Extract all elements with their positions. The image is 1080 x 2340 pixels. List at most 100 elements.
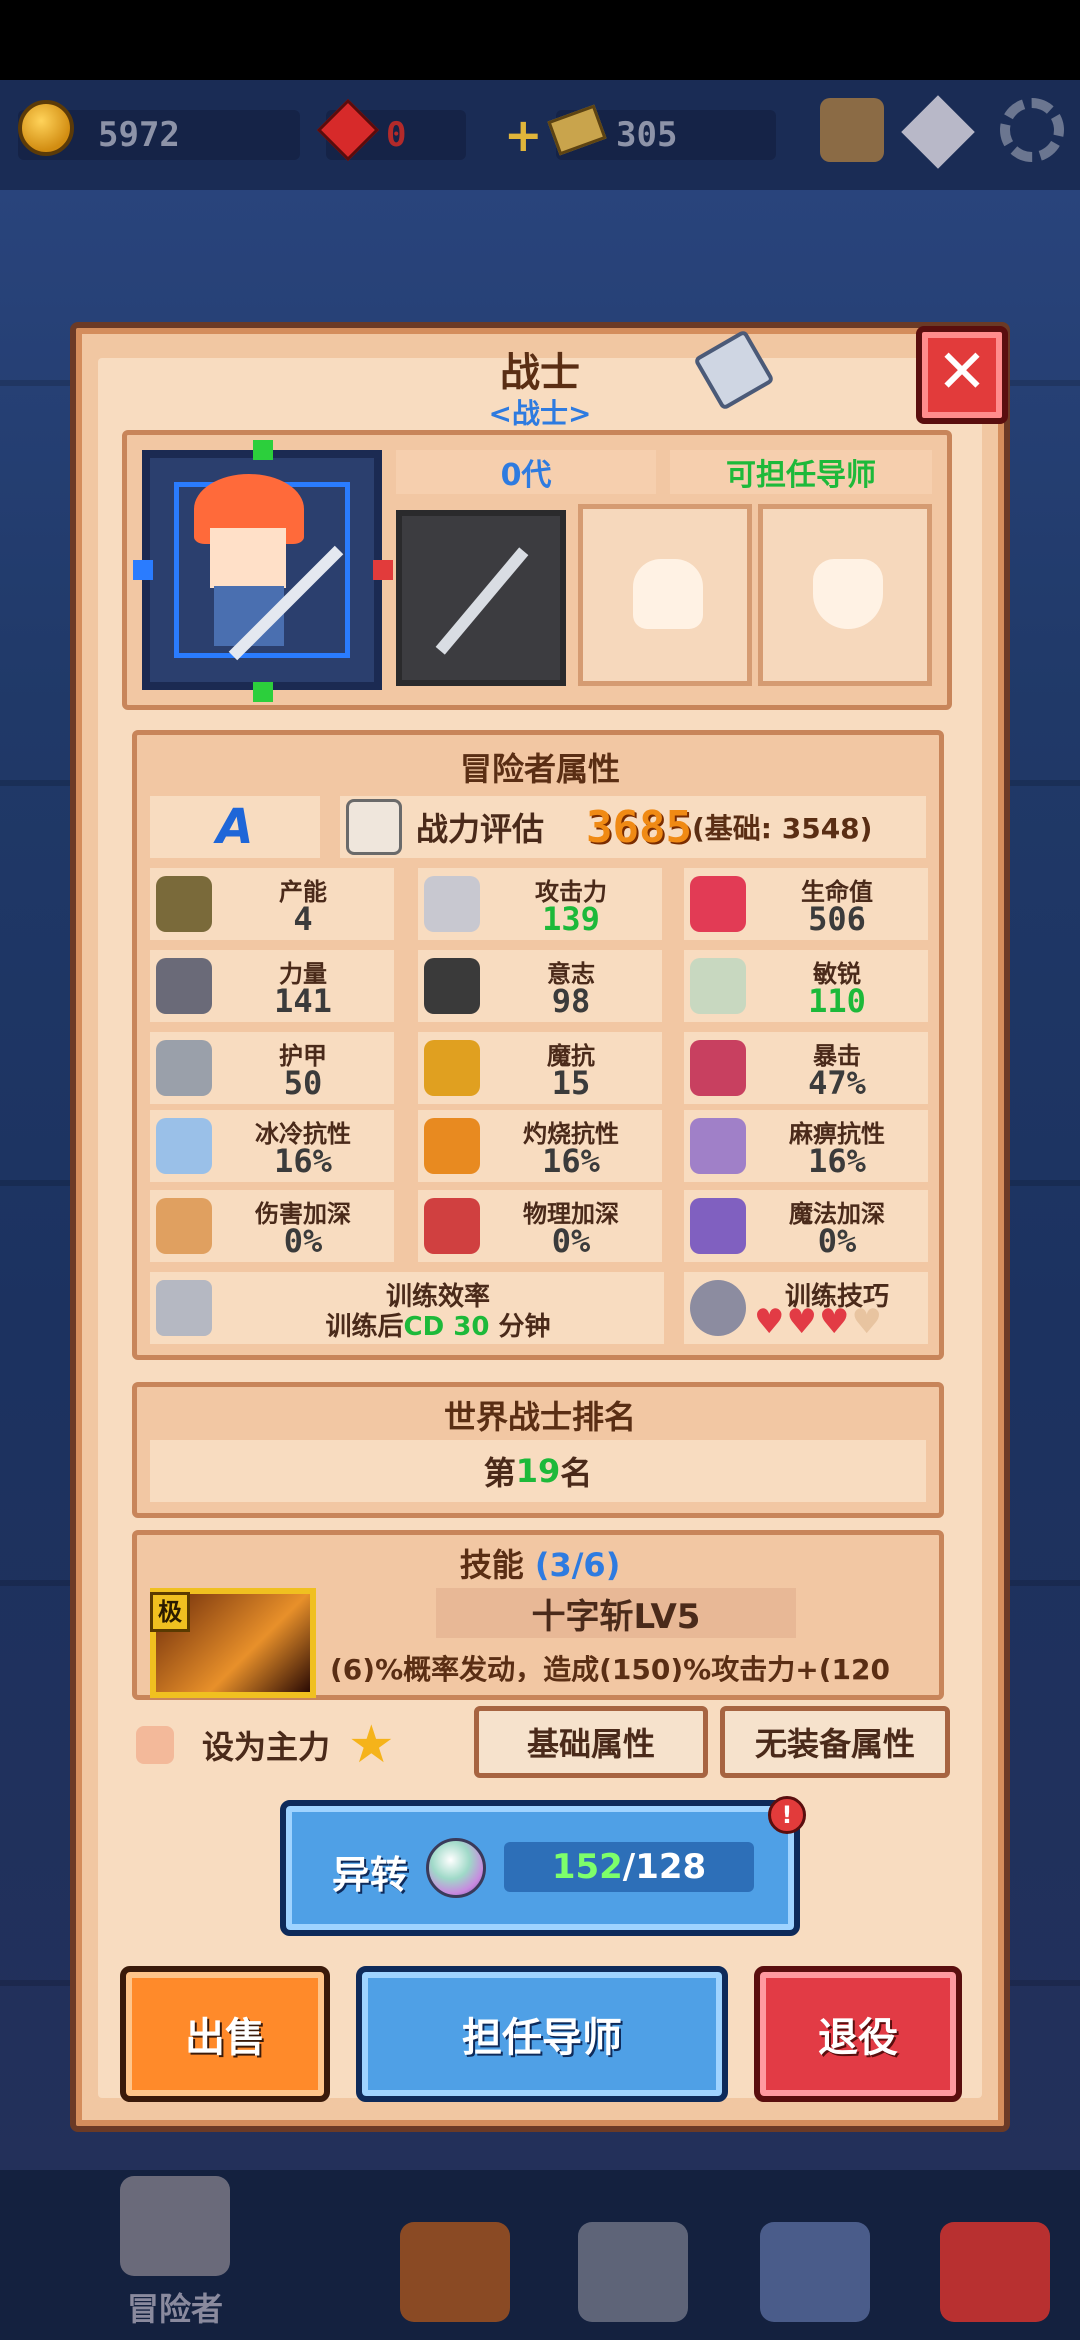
- stat-value: 98: [551, 982, 591, 1020]
- stat-cell: 敏锐 110: [684, 950, 928, 1022]
- portrait-handle-left: [133, 560, 153, 580]
- hero-face: [210, 528, 286, 588]
- power-evaluation: 战力评估 3685 (基础: 3548): [340, 796, 926, 858]
- heart-icon: ♥: [754, 1302, 787, 1342]
- skills-title: 技能 (3/6): [0, 1540, 1080, 1586]
- magic-shield-icon: [424, 1040, 480, 1096]
- stat-value: 47%: [808, 1064, 866, 1102]
- retire-button[interactable]: 退役: [754, 1966, 962, 2102]
- star-icon: ★: [348, 1715, 395, 1775]
- axe-icon: [424, 1198, 480, 1254]
- adventurer-helmet-icon: [120, 2176, 230, 2276]
- add-gems-icon[interactable]: +: [504, 112, 543, 158]
- stat-value: 506: [808, 900, 866, 938]
- transform-required: /128: [622, 1847, 707, 1887]
- tab-no-equipment-attributes[interactable]: 无装备属性: [720, 1706, 950, 1778]
- fire-icon: [424, 1118, 480, 1174]
- nav-tavern[interactable]: [370, 2170, 540, 2340]
- stat-cell: 力量 141: [150, 950, 394, 1022]
- world-rank-prefix: 第: [483, 1454, 516, 1492]
- training-hearts: ♥♥♥♥: [754, 1302, 884, 1342]
- set-main-toggle[interactable]: 设为主力 ★: [126, 1712, 466, 1778]
- gear-icon[interactable]: [1000, 98, 1064, 162]
- tab-base-attributes[interactable]: 基础属性: [474, 1706, 708, 1778]
- stat-value: 16%: [542, 1142, 600, 1180]
- skills-label: 技能: [459, 1546, 524, 1584]
- transform-label: 异转: [332, 1853, 409, 1897]
- spear-icon: [435, 547, 529, 655]
- mentor-status-tag: 可担任导师: [670, 450, 932, 494]
- armor-placeholder-icon: [633, 559, 703, 629]
- stat-cell: 灼烧抗性 16%: [418, 1110, 662, 1182]
- nav-adventurer[interactable]: 冒险者: [90, 2170, 260, 2340]
- ticket-value: 305: [616, 115, 678, 155]
- sell-button[interactable]: 出售: [120, 1966, 330, 2102]
- nav-battle[interactable]: [730, 2170, 900, 2340]
- portrait-handle-top: [253, 440, 273, 460]
- close-icon: ✕: [936, 337, 988, 407]
- strength-fist-icon: [156, 958, 212, 1014]
- rainbow-orb-icon: [426, 1838, 486, 1898]
- power-crest-icon: [346, 799, 402, 855]
- gold-coin-icon: [18, 100, 74, 156]
- transform-progress: 152/128: [504, 1842, 754, 1892]
- stat-cell: 攻击力 139: [418, 868, 662, 940]
- stat-value: 50: [283, 1064, 323, 1102]
- adventurer-guild-icon[interactable]: [820, 98, 884, 162]
- training-efficiency: 训练效率 训练后CD 30 分钟: [150, 1272, 664, 1344]
- generation-tag: 0代: [396, 450, 656, 494]
- status-bar: [0, 0, 1080, 80]
- heart-icon: ♥: [818, 1302, 852, 1342]
- world-rank-number: 19: [515, 1452, 561, 1490]
- nav-shop[interactable]: [910, 2170, 1080, 2340]
- stat-cell: 产能 4: [150, 868, 394, 940]
- training-sword-icon: [156, 1280, 212, 1336]
- stat-cell: 暴击 47%: [684, 1032, 928, 1104]
- transform-button[interactable]: 异转 152/128 !: [280, 1796, 806, 1936]
- boots-placeholder-icon: [813, 559, 883, 629]
- stat-cell: 伤害加深 0%: [150, 1190, 394, 1262]
- red-envelope-icon: [940, 2222, 1050, 2322]
- nav-castle[interactable]: [548, 2170, 718, 2340]
- stat-cell: 麻痹抗性 16%: [684, 1110, 928, 1182]
- power-base: (基础: 3548): [691, 812, 873, 845]
- stat-value: 4: [293, 900, 313, 938]
- mentor-button[interactable]: 担任导师: [356, 1966, 728, 2102]
- training-cd: CD 30: [403, 1312, 490, 1342]
- beer-mug-icon: [400, 2222, 510, 2322]
- stat-cell: 意志 98: [418, 950, 662, 1022]
- sword-shield-icon: [760, 2222, 870, 2322]
- health-cross-icon: [690, 876, 746, 932]
- staff-icon: [690, 1198, 746, 1254]
- sword-icon: [424, 876, 480, 932]
- power-value: 3685: [586, 801, 692, 853]
- stat-value: 0%: [283, 1222, 323, 1260]
- castle-icon: [578, 2222, 688, 2322]
- heart-icon: ♥: [851, 1302, 884, 1342]
- training-skill-icon: [690, 1280, 746, 1336]
- will-icon: [424, 958, 480, 1014]
- training-detail: 训练后CD 30 分钟: [212, 1306, 664, 1343]
- weapon-slot[interactable]: [396, 510, 566, 686]
- set-main-checkbox[interactable]: [136, 1726, 174, 1764]
- accessory-slot[interactable]: [758, 504, 932, 686]
- stat-value: 141: [274, 982, 332, 1020]
- portrait-handle-bottom: [253, 682, 273, 702]
- set-main-label: 设为主力: [202, 1728, 331, 1766]
- transform-current: 152: [551, 1847, 623, 1887]
- stat-cell: 护甲 50: [150, 1032, 394, 1104]
- feather-icon: [156, 1198, 212, 1254]
- stat-value: 16%: [274, 1142, 332, 1180]
- hero-portrait[interactable]: [142, 450, 382, 690]
- attributes-title: 冒险者属性: [459, 750, 620, 788]
- stat-value: 16%: [808, 1142, 866, 1180]
- nav-adventurer-label: 冒险者: [126, 2290, 223, 2328]
- world-rank-suffix: 名: [560, 1454, 593, 1492]
- close-button[interactable]: ✕: [916, 326, 1008, 424]
- gold-value: 5972: [98, 115, 180, 155]
- armor-slot[interactable]: [578, 504, 752, 686]
- shield-icon: [156, 1040, 212, 1096]
- wing-icon: [690, 958, 746, 1014]
- skill-grade-badge: 极: [150, 1592, 190, 1632]
- ice-icon: [156, 1118, 212, 1174]
